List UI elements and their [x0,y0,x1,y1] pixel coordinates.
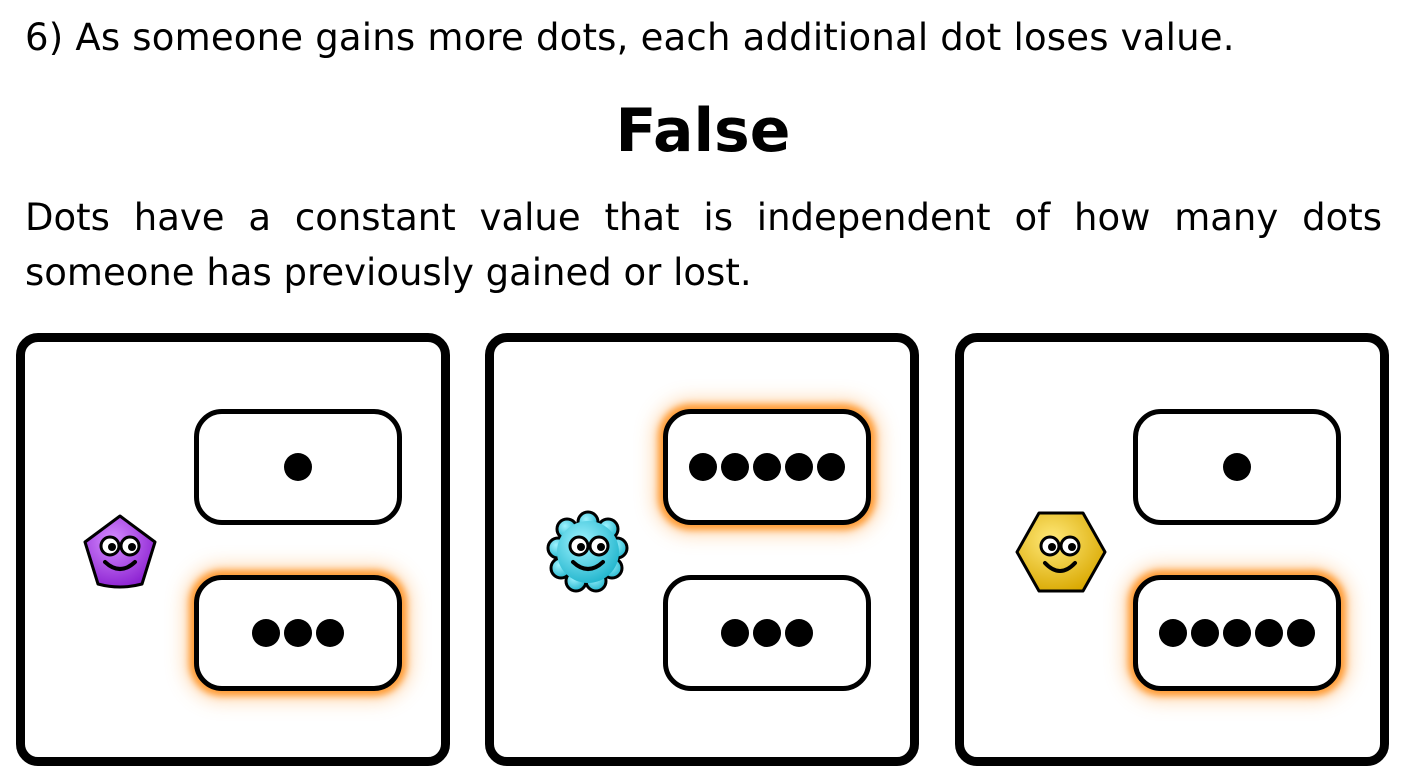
dot-icon [316,619,344,647]
dot-option-bottom[interactable] [194,575,402,691]
dot-icon [1223,453,1251,481]
answer-heading: False [615,96,791,166]
dot-option-bottom[interactable] [663,575,871,691]
dot-icon [1191,619,1219,647]
dot-icon [817,453,845,481]
dot-icon [1159,619,1187,647]
question-text: 6) As someone gains more dots, each addi… [25,16,1235,59]
cyan-flower-smiley-icon [546,510,629,593]
dot-icon [785,453,813,481]
dot-icon [284,453,312,481]
dot-icon [721,619,749,647]
explanation-text: Dots have a constant value that is indep… [25,196,1382,294]
dot-icon [689,453,717,481]
dot-icon [753,453,781,481]
dot-option-bottom[interactable] [1133,575,1341,691]
dot-icon [1287,619,1315,647]
dot-option-top[interactable] [194,409,402,525]
dot-icon [753,619,781,647]
dot-icon [1223,619,1251,647]
purple-pentagon-smiley-icon [83,514,157,589]
dot-icon [785,619,813,647]
dot-icon [284,619,312,647]
dot-option-top[interactable] [1133,409,1341,525]
dot-icon [252,619,280,647]
example-panel-2 [485,333,919,766]
example-panel-3 [955,333,1389,766]
dot-icon [1255,619,1283,647]
example-panel-1 [16,333,450,766]
dot-icon [721,453,749,481]
yellow-hexagon-smiley-icon [1015,511,1107,593]
dot-option-top[interactable] [663,409,871,525]
